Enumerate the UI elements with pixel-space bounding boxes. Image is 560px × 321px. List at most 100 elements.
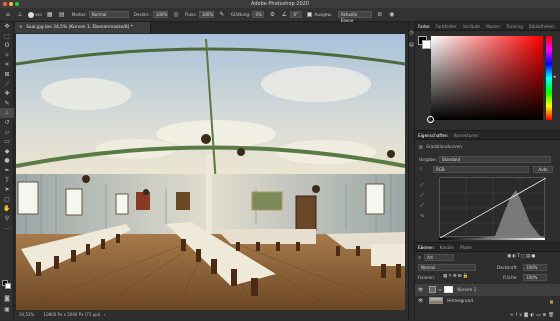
channel-select[interactable]: RGB bbox=[433, 166, 529, 173]
close-document-icon[interactable]: × bbox=[19, 25, 23, 30]
clone-source-icon[interactable]: ▤ bbox=[58, 11, 66, 19]
document-tab[interactable]: × Saal.jpg bei 34,5% (Kurven 1, Ebenenma… bbox=[15, 22, 151, 33]
rectangle-tool[interactable]: ▢ bbox=[0, 195, 14, 205]
filter-search-icon: ⚲ bbox=[418, 255, 421, 260]
lasso-tool[interactable]: ʘ bbox=[0, 41, 14, 51]
brush-settings-icon[interactable]: ▦ bbox=[46, 11, 54, 19]
opacity-label: Deckkr.: bbox=[133, 12, 151, 17]
curve-smooth-icon[interactable]: ∿ bbox=[420, 213, 424, 219]
color-picker-field[interactable] bbox=[431, 36, 543, 120]
eyedropper-gray-icon[interactable]: ⟋ bbox=[420, 193, 424, 199]
auto-button[interactable]: Auto bbox=[533, 166, 553, 173]
color-picker-cursor bbox=[427, 116, 434, 123]
opacity-field[interactable]: 100% bbox=[152, 11, 168, 18]
marquee-tool[interactable]: ⬚ bbox=[0, 32, 14, 42]
tools-panel: ✥ ⬚ ʘ ✧ ⌗ ⊠ ⟋ ✚ ✎ ⊥ ↺ ▱ ▭ ◆ ● ✒ T ➤ ▢ ✋ … bbox=[0, 22, 14, 320]
minimize-window-button[interactable] bbox=[9, 2, 13, 6]
pressure-size-icon[interactable]: ◉ bbox=[388, 11, 396, 19]
tab-gradients[interactable]: Verläufe bbox=[460, 22, 483, 30]
visibility-eye-icon[interactable]: 👁 bbox=[418, 288, 423, 293]
tab-libraries[interactable]: Bibliotheken bbox=[526, 22, 558, 30]
layer-mask-thumb[interactable] bbox=[443, 286, 453, 293]
tab-color[interactable]: Farbe bbox=[415, 22, 433, 30]
zoom-tool[interactable]: ⚲ bbox=[0, 214, 14, 224]
clone-stamp-tool[interactable]: ⊥ bbox=[0, 108, 14, 118]
maximize-window-button[interactable] bbox=[15, 2, 19, 6]
filter-icons[interactable]: ▣◐T▢▤● bbox=[507, 254, 536, 259]
eyedropper-tool[interactable]: ⟋ bbox=[0, 80, 14, 90]
quick-select-tool[interactable]: ✧ bbox=[0, 51, 14, 61]
layer-lock-icon: 🔒 bbox=[549, 299, 554, 304]
blend-mode-select[interactable]: Normal bbox=[418, 264, 476, 271]
smoothing-field[interactable]: 0% bbox=[252, 11, 265, 18]
angle-field[interactable]: 0° bbox=[290, 11, 303, 18]
visibility-eye-icon[interactable]: 👁 bbox=[418, 299, 423, 304]
tab-layers[interactable]: Ebenen bbox=[415, 243, 437, 251]
tab-patterns[interactable]: Muster bbox=[483, 22, 503, 30]
tab-properties[interactable]: Eigenschaften bbox=[415, 131, 451, 139]
color-bg-swatch[interactable] bbox=[422, 40, 431, 49]
fill-field[interactable]: 100% bbox=[523, 274, 547, 281]
home-icon[interactable]: ⌂ bbox=[4, 11, 12, 19]
layer-filter-select[interactable]: Art bbox=[424, 254, 454, 261]
type-tool[interactable]: T bbox=[0, 176, 14, 186]
tab-learn[interactable]: Training bbox=[503, 22, 526, 30]
layer-name-background[interactable]: Hintergrund bbox=[447, 299, 473, 304]
brush-tool[interactable]: ✎ bbox=[0, 99, 14, 109]
aligned-checkbox[interactable] bbox=[307, 12, 313, 17]
tab-swatches[interactable]: Farbfelder bbox=[433, 22, 460, 30]
layer-opacity-field[interactable]: 100% bbox=[523, 264, 547, 271]
smoothing-settings-icon[interactable]: ⚙ bbox=[268, 11, 276, 19]
document-info[interactable]: 10800 Px x 5000 Px (72 ppi) bbox=[44, 312, 101, 317]
image-canvas[interactable] bbox=[16, 34, 405, 310]
layer-row-background[interactable]: 👁 Hintergrund 🔒 bbox=[415, 296, 560, 308]
brush-preset-picker[interactable]: 500 bbox=[28, 11, 42, 18]
preset-select[interactable]: Standard bbox=[439, 156, 551, 163]
eyedropper-black-icon[interactable]: ⟋ bbox=[420, 183, 424, 189]
eyedropper-white-icon[interactable]: ⟋ bbox=[420, 203, 424, 209]
on-image-adjust-icon[interactable]: ☝ bbox=[419, 166, 422, 172]
tab-paths[interactable]: Pfade bbox=[457, 243, 475, 251]
flow-field[interactable]: 100% bbox=[198, 11, 214, 18]
ignore-adjustment-icon[interactable]: ⊘ bbox=[376, 11, 384, 19]
frame-tool[interactable]: ⊠ bbox=[0, 70, 14, 80]
stamp-tool-icon[interactable]: ⊥ bbox=[16, 11, 24, 19]
hue-slider[interactable] bbox=[546, 36, 552, 120]
eraser-tool[interactable]: ▱ bbox=[0, 128, 14, 138]
blur-tool[interactable]: ◆ bbox=[0, 147, 14, 157]
fx-icon[interactable]: fx bbox=[516, 313, 524, 318]
background-color-swatch[interactable] bbox=[5, 283, 11, 289]
panel-icon-strip: ◷ ▤ bbox=[408, 22, 415, 320]
curves-graph[interactable] bbox=[439, 177, 547, 239]
layer-name-curves[interactable]: Kurven 1 bbox=[457, 288, 476, 293]
status-arrow-icon[interactable]: › bbox=[104, 312, 106, 317]
airbrush-icon[interactable]: ✎ bbox=[218, 11, 226, 19]
layer-row-curves[interactable]: 👁 ∞ Kurven 1 bbox=[415, 284, 560, 296]
hand-tool[interactable]: ✋ bbox=[0, 204, 14, 214]
color-panel-tabs: Farbe Farbfelder Verläufe Muster Trainin… bbox=[415, 22, 560, 31]
tab-adjustments[interactable]: Korrekturen bbox=[451, 131, 482, 139]
history-panel-icon[interactable]: ◷ bbox=[409, 30, 414, 36]
close-window-button[interactable] bbox=[3, 2, 7, 6]
quick-mask-button[interactable]: ◙ bbox=[0, 294, 14, 304]
pressure-opacity-icon[interactable]: ◎ bbox=[172, 11, 180, 19]
path-select-tool[interactable]: ➤ bbox=[0, 185, 14, 195]
zoom-level[interactable]: 34,53% bbox=[19, 312, 34, 317]
history-brush-tool[interactable]: ↺ bbox=[0, 118, 14, 128]
lock-icons[interactable]: ▦✎✥⊞🔒 bbox=[443, 274, 469, 279]
libraries-panel-icon[interactable]: ▤ bbox=[409, 42, 414, 48]
hue-slider-handle-icon[interactable]: ◂ bbox=[553, 74, 556, 80]
crop-tool[interactable]: ⌗ bbox=[0, 60, 14, 70]
curves-icon: ▨ bbox=[419, 144, 423, 149]
move-tool[interactable]: ✥ bbox=[0, 22, 14, 32]
gradient-tool[interactable]: ▭ bbox=[0, 137, 14, 147]
screen-mode-button[interactable]: ▣ bbox=[0, 305, 14, 315]
sample-select[interactable]: Aktuelle Ebene bbox=[337, 11, 372, 23]
delete-layer-icon[interactable]: 🗑 bbox=[548, 313, 556, 318]
healing-tool[interactable]: ✚ bbox=[0, 89, 14, 99]
mode-select[interactable]: Normal bbox=[88, 11, 129, 18]
tab-channels[interactable]: Kanäle bbox=[437, 243, 457, 251]
more-tools[interactable]: … bbox=[0, 223, 14, 233]
pen-tool[interactable]: ✒ bbox=[0, 166, 14, 176]
dodge-tool[interactable]: ● bbox=[0, 156, 14, 166]
